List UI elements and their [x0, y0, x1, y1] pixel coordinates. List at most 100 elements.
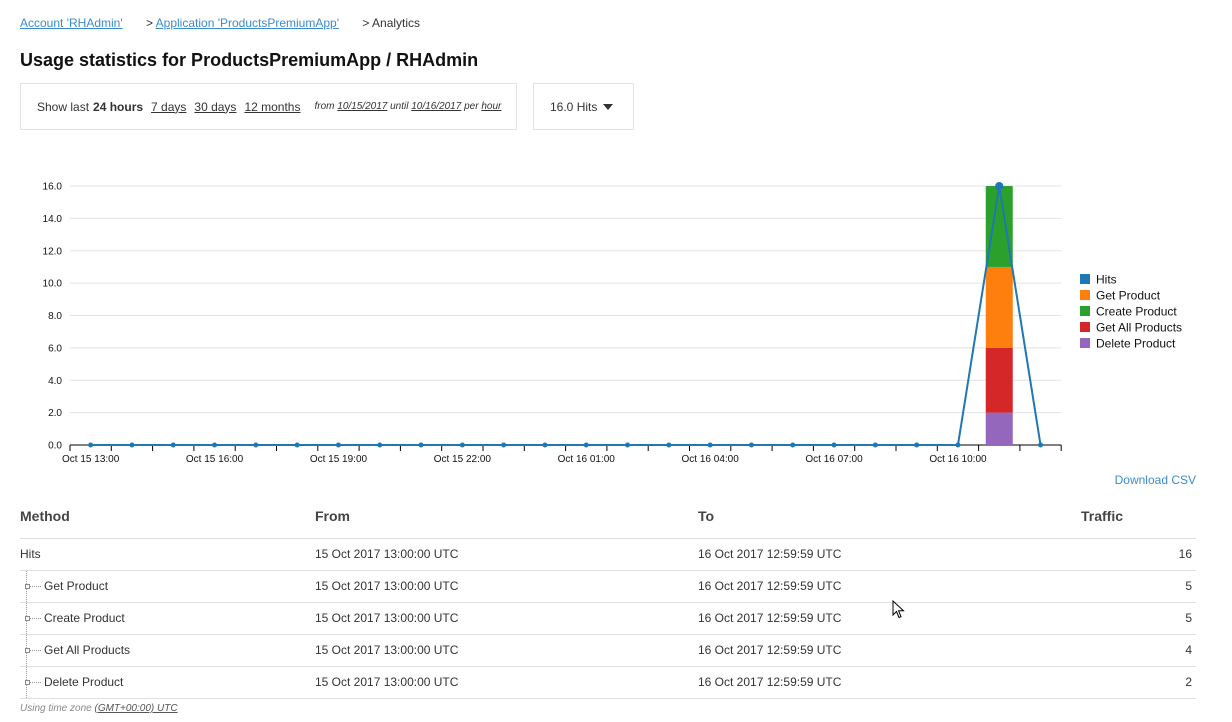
y-tick-label: 6.0	[48, 343, 62, 354]
to-cell: 16 Oct 2017 12:59:59 UTC	[698, 538, 1081, 571]
legend-label: Create Product	[1096, 305, 1177, 319]
method-label: Get All Products	[44, 643, 131, 657]
table-row: Delete Product 15 Oct 2017 13:00:00 UTC …	[20, 666, 1196, 699]
hits-point	[294, 442, 300, 448]
hits-point	[377, 442, 383, 448]
timezone-note: Using time zone (GMT+00:00) UTC	[20, 703, 178, 714]
caret-down-icon	[603, 103, 614, 110]
bar-segment	[985, 266, 1013, 348]
hits-point	[707, 442, 713, 448]
range-option-30-days[interactable]: 30 days	[194, 100, 236, 114]
to-column-header[interactable]: To	[698, 495, 1081, 539]
from-cell: 15 Oct 2017 13:00:00 UTC	[315, 538, 698, 571]
method-cell: Delete Product	[20, 666, 315, 699]
method-label: Delete Product	[44, 675, 124, 689]
to-cell: 16 Oct 2017 12:59:59 UTC	[698, 666, 1081, 699]
hits-point	[418, 442, 424, 448]
hits-point	[748, 442, 754, 448]
traffic-cell: 16	[1081, 538, 1196, 571]
granularity-link[interactable]: hour	[481, 101, 501, 112]
hits-point	[1038, 442, 1044, 448]
y-tick-label: 16.0	[43, 182, 63, 193]
method-label: Get Product	[44, 579, 109, 593]
method-cell: Get Product	[20, 570, 315, 603]
bar-segment	[985, 412, 1013, 445]
from-cell: 15 Oct 2017 13:00:00 UTC	[315, 602, 698, 635]
from-cell: 15 Oct 2017 13:00:00 UTC	[315, 666, 698, 699]
table-header-row: Method From To Traffic	[20, 495, 1196, 539]
until-label: until	[390, 101, 409, 112]
traffic-cell: 2	[1081, 666, 1196, 699]
hits-point	[625, 442, 631, 448]
per-label: per	[464, 101, 479, 112]
hits-point	[790, 442, 796, 448]
y-tick-label: 12.0	[43, 246, 63, 257]
range-details: from 10/15/2017 until 10/16/2017 per hou…	[314, 101, 501, 112]
hits-point	[583, 442, 589, 448]
method-cell: Hits	[20, 538, 315, 571]
hits-point	[335, 442, 341, 448]
hits-point	[666, 442, 672, 448]
range-option-12-months[interactable]: 12 months	[244, 100, 300, 114]
legend-swatch	[1080, 306, 1090, 316]
y-tick-label: 8.0	[48, 311, 62, 322]
usage-chart: 0.0 2.0 4.0 6.0 8.0 10.0 12.0 14.0 16.0 Oct 15 13…	[43, 182, 1183, 466]
y-tick-label: 2.0	[48, 408, 62, 419]
tree-connector	[25, 570, 41, 602]
method-column-header[interactable]: Method	[20, 495, 315, 539]
legend-label: Hits	[1096, 273, 1117, 287]
table-row: Get All Products 15 Oct 2017 13:00:00 UT…	[20, 634, 1196, 667]
breadcrumb-application-link[interactable]: Application 'ProductsPremiumApp'	[156, 16, 339, 30]
tree-connector	[25, 666, 41, 698]
breadcrumb-account-link[interactable]: Account 'RHAdmin'	[20, 16, 123, 30]
download-csv-link[interactable]: Download CSV	[1115, 473, 1196, 487]
bar-segment	[985, 186, 1013, 267]
y-tick-label: 10.0	[43, 279, 63, 290]
from-date-link[interactable]: 10/15/2017	[337, 101, 387, 112]
x-tick-label: Oct 15 16:00	[186, 454, 244, 465]
x-tick-label: Oct 16 04:00	[682, 454, 740, 465]
until-date-link[interactable]: 10/16/2017	[411, 101, 461, 112]
method-cell: Create Product	[20, 602, 315, 635]
from-column-header[interactable]: From	[315, 495, 698, 539]
hits-point	[831, 442, 837, 448]
tree-connector	[25, 634, 41, 666]
tree-connector	[25, 602, 41, 634]
y-tick-label: 0.0	[48, 441, 62, 452]
traffic-cell: 5	[1081, 602, 1196, 635]
table-row: Get Product 15 Oct 2017 13:00:00 UTC 16 …	[20, 570, 1196, 603]
table-row: Create Product 15 Oct 2017 13:00:00 UTC …	[20, 602, 1196, 635]
page-title: Usage statistics for ProductsPremiumApp …	[20, 50, 479, 70]
traffic-cell: 4	[1081, 634, 1196, 667]
y-tick-label: 4.0	[48, 376, 62, 387]
legend-swatch	[1080, 322, 1090, 332]
traffic-column-header[interactable]: Traffic	[1081, 495, 1196, 539]
to-cell: 16 Oct 2017 12:59:59 UTC	[698, 602, 1081, 635]
x-tick-label: Oct 16 10:00	[929, 454, 987, 465]
hits-point	[212, 442, 218, 448]
usage-table: Method From To Traffic Hits 15 Oct 2017 …	[20, 495, 1196, 699]
table-row: Hits 15 Oct 2017 13:00:00 UTC 16 Oct 201…	[20, 538, 1196, 571]
hits-point	[955, 442, 961, 448]
hits-point	[995, 182, 1004, 190]
timezone-prefix: Using time zone	[20, 703, 92, 714]
hits-point	[88, 442, 94, 448]
method-label: Create Product	[44, 611, 125, 625]
hits-point	[501, 442, 507, 448]
hits-point	[542, 442, 548, 448]
range-option-7-days[interactable]: 7 days	[151, 100, 186, 114]
hits-point	[914, 442, 920, 448]
mouse-cursor-icon	[892, 600, 905, 619]
legend-label: Delete Product	[1096, 337, 1176, 351]
x-tick-label: Oct 15 13:00	[62, 454, 120, 465]
metric-selector[interactable]: 16.0 Hits	[533, 83, 634, 130]
legend-swatch	[1080, 290, 1090, 300]
timezone-link[interactable]: (GMT+00:00) UTC	[94, 703, 177, 714]
from-label: from	[314, 101, 335, 112]
hits-point	[170, 442, 176, 448]
method-cell: Get All Products	[20, 634, 315, 667]
bar-segment	[985, 347, 1013, 413]
to-cell: 16 Oct 2017 12:59:59 UTC	[698, 634, 1081, 667]
metric-selector-value: 16.0 Hits	[550, 99, 598, 114]
x-tick-label: Oct 15 19:00	[310, 454, 368, 465]
